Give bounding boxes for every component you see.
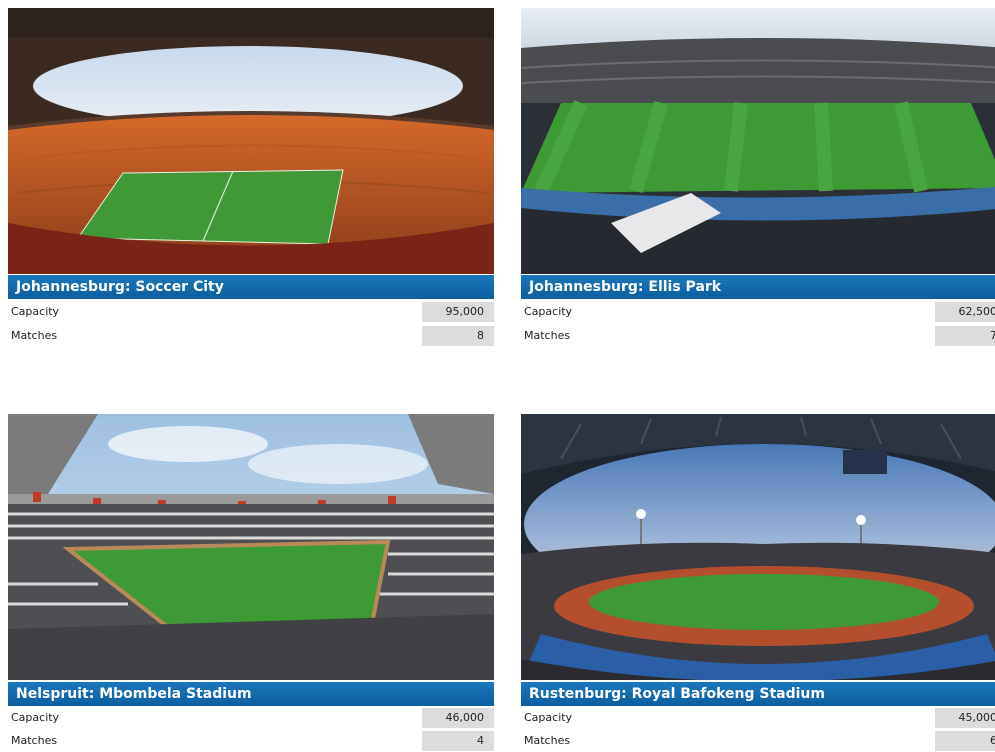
matches-label: Matches [524,734,571,747]
matches-row: Matches 7 [521,325,995,347]
matches-value: 8 [422,326,494,346]
capacity-row: Capacity 46,000 [8,707,494,729]
capacity-label: Capacity [11,711,60,724]
capacity-label: Capacity [524,305,573,318]
matches-row: Matches 8 [8,325,494,347]
matches-label: Matches [11,734,58,747]
stadium-title: Johannesburg: Ellis Park [521,275,995,299]
stadium-photo-soccer-city [8,8,494,274]
matches-value: 6 [935,731,995,751]
capacity-value: 45,000 [935,708,995,728]
capacity-label: Capacity [11,305,60,318]
capacity-value: 46,000 [422,708,494,728]
matches-row: Matches 6 [521,730,995,752]
matches-value: 7 [935,326,995,346]
capacity-value: 62,500 [935,302,995,322]
stadium-photo-royal-bafokeng [521,414,995,680]
capacity-row: Capacity 95,000 [8,301,494,323]
matches-row: Matches 4 [8,730,494,752]
capacity-value: 95,000 [422,302,494,322]
stadium-photo-mbombela [8,414,494,680]
matches-label: Matches [11,329,58,342]
capacity-row: Capacity 62,500 [521,301,995,323]
stadium-photo-ellis-park [521,8,995,274]
capacity-label: Capacity [524,711,573,724]
matches-label: Matches [524,329,571,342]
stadium-title: Johannesburg: Soccer City [8,275,494,299]
matches-value: 4 [422,731,494,751]
stadium-title: Nelspruit: Mbombela Stadium [8,682,494,706]
stadium-title: Rustenburg: Royal Bafokeng Stadium [521,682,995,706]
capacity-row: Capacity 45,000 [521,707,995,729]
